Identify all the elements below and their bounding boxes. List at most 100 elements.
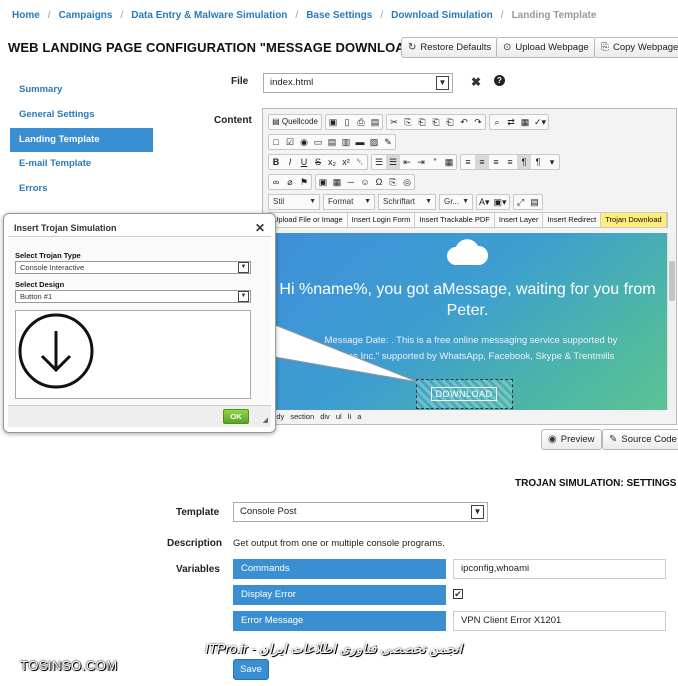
preview-button[interactable]: ◉ Preview xyxy=(541,429,602,450)
breadcrumb-data-entry[interactable]: Data Entry & Malware Simulation xyxy=(131,10,287,21)
indent-icon[interactable]: ⇥ xyxy=(414,155,428,169)
display-error-checkbox[interactable]: ✔ xyxy=(453,589,463,599)
justify-icon[interactable]: ≡ xyxy=(503,155,517,169)
download-button-selection[interactable]: DOWNLOAD xyxy=(416,379,513,409)
redo-icon[interactable]: ↷ xyxy=(471,115,485,129)
insert-layer-button[interactable]: Insert Layer xyxy=(495,213,544,227)
superscript-icon[interactable]: x² xyxy=(339,155,353,169)
editor-preview[interactable]: Hi %name%, you got aMessage, waiting for… xyxy=(268,233,667,410)
replace-icon[interactable]: ⇄ xyxy=(504,115,518,129)
iframe-icon[interactable]: ◎ xyxy=(400,175,414,189)
error-message-input[interactable]: VPN Client Error X1201 xyxy=(453,611,666,631)
rtl-icon[interactable]: ¶ xyxy=(531,155,545,169)
special-char-icon[interactable]: Ω xyxy=(372,175,386,189)
templates-icon[interactable]: ▤ xyxy=(368,115,382,129)
undo-icon[interactable]: ↶ xyxy=(457,115,471,129)
paste-word-icon[interactable]: ⎗ xyxy=(443,115,457,129)
remove-format-icon[interactable]: ␡ xyxy=(353,155,367,169)
italic-icon[interactable]: I xyxy=(283,155,297,169)
close-icon[interactable]: ✕ xyxy=(255,219,265,237)
spellcheck-icon[interactable]: ✓▾ xyxy=(532,115,548,129)
image-icon[interactable]: ▣ xyxy=(316,175,330,189)
nav-landing-template[interactable]: Landing Template xyxy=(10,128,153,152)
upload-webpage-button[interactable]: ⊙ Upload Webpage xyxy=(496,37,596,58)
maximize-icon[interactable]: ⤢ xyxy=(514,195,528,209)
checkbox-icon[interactable]: ☑ xyxy=(283,135,297,149)
resize-grip-icon[interactable]: ◢ xyxy=(263,416,268,424)
commands-input[interactable]: ipconfig,whoami xyxy=(453,559,666,579)
bold-icon[interactable]: B xyxy=(269,155,283,169)
nav-email-template[interactable]: E-mail Template xyxy=(10,152,153,176)
copy-webpage-button[interactable]: ⎘ Copy Webpage xyxy=(594,37,678,58)
smiley-icon[interactable]: ☺ xyxy=(358,175,372,189)
blockquote-icon[interactable]: ” xyxy=(428,155,442,169)
subscript-icon[interactable]: x₂ xyxy=(325,155,339,169)
save-icon[interactable]: ▣ xyxy=(326,115,340,129)
help-icon[interactable]: ? xyxy=(494,75,505,86)
align-left-icon[interactable]: ≡ xyxy=(461,155,475,169)
outdent-icon[interactable]: ⇤ xyxy=(400,155,414,169)
insert-login-form-button[interactable]: Insert Login Form xyxy=(348,213,416,227)
anchor-icon[interactable]: ⚑ xyxy=(297,175,311,189)
source-button[interactable]: ▤ Quellcode xyxy=(269,115,321,129)
ok-button[interactable]: OK xyxy=(223,409,249,424)
form-icon[interactable]: □ xyxy=(269,135,283,149)
trojan-download-button[interactable]: Trojan Download xyxy=(601,213,667,227)
breadcrumb-home[interactable]: Home xyxy=(12,10,40,21)
image-button-icon[interactable]: ▨ xyxy=(367,135,381,149)
textarea-icon[interactable]: ▤ xyxy=(325,135,339,149)
font-combo[interactable]: Schriftart ▼ xyxy=(378,194,436,210)
format-combo[interactable]: Format ▼ xyxy=(323,194,375,210)
pagebreak-icon[interactable]: ⎘ xyxy=(386,175,400,189)
table-icon[interactable]: ▦ xyxy=(330,175,344,189)
source-code-button[interactable]: ✎ Source Code xyxy=(602,429,678,450)
delete-icon[interactable]: ✖ xyxy=(471,75,481,89)
paste-text-icon[interactable]: ⎗ xyxy=(429,115,443,129)
hidden-field-icon[interactable]: ✎ xyxy=(381,135,395,149)
bg-color-icon[interactable]: ▣▾ xyxy=(492,195,509,209)
unlink-icon[interactable]: ⌀ xyxy=(283,175,297,189)
select-icon[interactable]: ▥ xyxy=(339,135,353,149)
nav-summary[interactable]: Summary xyxy=(10,78,153,102)
restore-defaults-button[interactable]: ↻ Restore Defaults xyxy=(401,37,499,58)
text-color-icon[interactable]: A▾ xyxy=(477,195,492,209)
bullet-list-icon[interactable]: ☰ xyxy=(386,155,400,169)
insert-redirect-button[interactable]: Insert Redirect xyxy=(543,213,602,227)
nav-general-settings[interactable]: General Settings xyxy=(10,103,153,127)
textfield-icon[interactable]: ▭ xyxy=(311,135,325,149)
link-icon[interactable]: ∞ xyxy=(269,175,283,189)
button-icon[interactable]: ▬ xyxy=(353,135,367,149)
div-icon[interactable]: ▦ xyxy=(442,155,456,169)
strike-icon[interactable]: S xyxy=(311,155,325,169)
numbered-list-icon[interactable]: ☰ xyxy=(372,155,386,169)
find-icon[interactable]: ⌕ xyxy=(490,115,504,129)
cut-icon[interactable]: ✂ xyxy=(387,115,401,129)
style-combo[interactable]: Stil ▼ xyxy=(268,194,320,210)
save-button[interactable]: Save xyxy=(233,659,269,680)
copy-icon[interactable]: ⎘ xyxy=(401,115,415,129)
editor-scrollbar[interactable] xyxy=(667,233,676,410)
design-select[interactable]: Button #1 ▼ xyxy=(15,290,251,303)
paste-icon[interactable]: ⎗ xyxy=(415,115,429,129)
print-icon[interactable]: ⎙ xyxy=(354,115,368,129)
size-combo[interactable]: Gr... ▼ xyxy=(439,194,473,210)
ltr-icon[interactable]: ¶ xyxy=(517,155,531,169)
insert-trackable-pdf-button[interactable]: Insert Trackable PDF xyxy=(415,213,495,227)
breadcrumb-download-simulation[interactable]: Download Simulation xyxy=(391,10,493,21)
nav-errors[interactable]: Errors xyxy=(10,177,153,201)
breadcrumb-base-settings[interactable]: Base Settings xyxy=(306,10,372,21)
radio-icon[interactable]: ◉ xyxy=(297,135,311,149)
trojan-type-select[interactable]: Console Interactive ▼ xyxy=(15,261,251,274)
download-button[interactable]: DOWNLOAD xyxy=(431,387,497,401)
template-select[interactable]: Console Post ▼ xyxy=(233,502,488,522)
new-page-icon[interactable]: ▯ xyxy=(340,115,354,129)
underline-icon[interactable]: U xyxy=(297,155,311,169)
language-icon[interactable]: ▾ xyxy=(545,155,559,169)
align-center-icon[interactable]: ≡ xyxy=(475,155,489,169)
breadcrumb-campaigns[interactable]: Campaigns xyxy=(59,10,113,21)
upload-file-button[interactable]: Upload File or Image xyxy=(269,213,348,227)
select-all-icon[interactable]: ▦ xyxy=(518,115,532,129)
align-right-icon[interactable]: ≡ xyxy=(489,155,503,169)
show-blocks-icon[interactable]: ▤ xyxy=(528,195,542,209)
hr-icon[interactable]: ─ xyxy=(344,175,358,189)
